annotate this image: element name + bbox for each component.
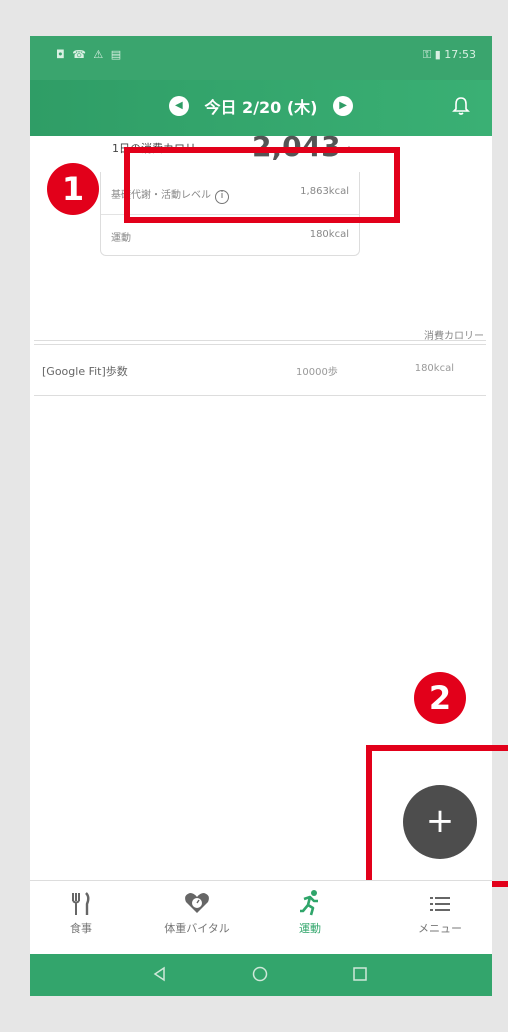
date-label[interactable]: 今日 2/20 (木) [204,94,317,118]
home-icon[interactable] [252,966,268,982]
activity-name: [Google Fit]歩数 [42,365,128,378]
list-item[interactable]: [Google Fit]歩数 10000歩 180kcal [34,344,486,396]
annotation-badge-1: 1 [47,163,99,215]
breakdown-value: 180kcal [309,229,349,240]
activity-steps: 10000歩 [296,367,338,378]
back-icon[interactable] [152,966,168,982]
nav-item-menu[interactable]: メニュー [385,889,495,936]
nav-label: メニュー [418,922,462,935]
nav-label: 体重バイタル [164,922,230,935]
date-navigator: ◀ 今日 2/20 (木) ▶ [30,94,492,118]
highlight-box-1 [124,147,400,223]
bottom-navigation: 食事 体重バイタル 運動 メニュー [30,880,492,954]
chevron-left-circle-icon[interactable]: ◀ [168,96,189,116]
status-bar: ◘ ☎ ⚠ ▤ ⚿ ▮ 17:53 [30,36,492,80]
status-clock: ⚿ ▮ 17:53 [422,48,476,61]
column-header-kcal: 消費カロリー [424,331,484,342]
chevron-right-circle-icon[interactable]: ▶ [333,96,354,116]
nav-label: 運動 [299,922,321,935]
annotation-badge-2: 2 [414,672,466,724]
menu-list-icon [430,897,450,911]
breakdown-label: 運動 [111,233,131,244]
running-icon [300,890,318,916]
recents-icon[interactable] [352,966,368,982]
nav-label: 食事 [70,922,92,935]
status-icons: ◘ ☎ ⚠ ▤ [56,48,124,61]
fork-knife-icon [72,892,90,915]
heart-scale-icon [185,893,209,913]
nav-item-meal[interactable]: 食事 [26,889,136,936]
bell-icon[interactable] [452,96,470,116]
system-nav-bar [30,954,492,996]
activity-kcal: 180kcal [414,363,454,374]
nav-item-exercise[interactable]: 運動 [255,889,365,936]
nav-item-weight-vital[interactable]: 体重バイタル [142,889,252,936]
add-button[interactable]: + [403,785,477,859]
